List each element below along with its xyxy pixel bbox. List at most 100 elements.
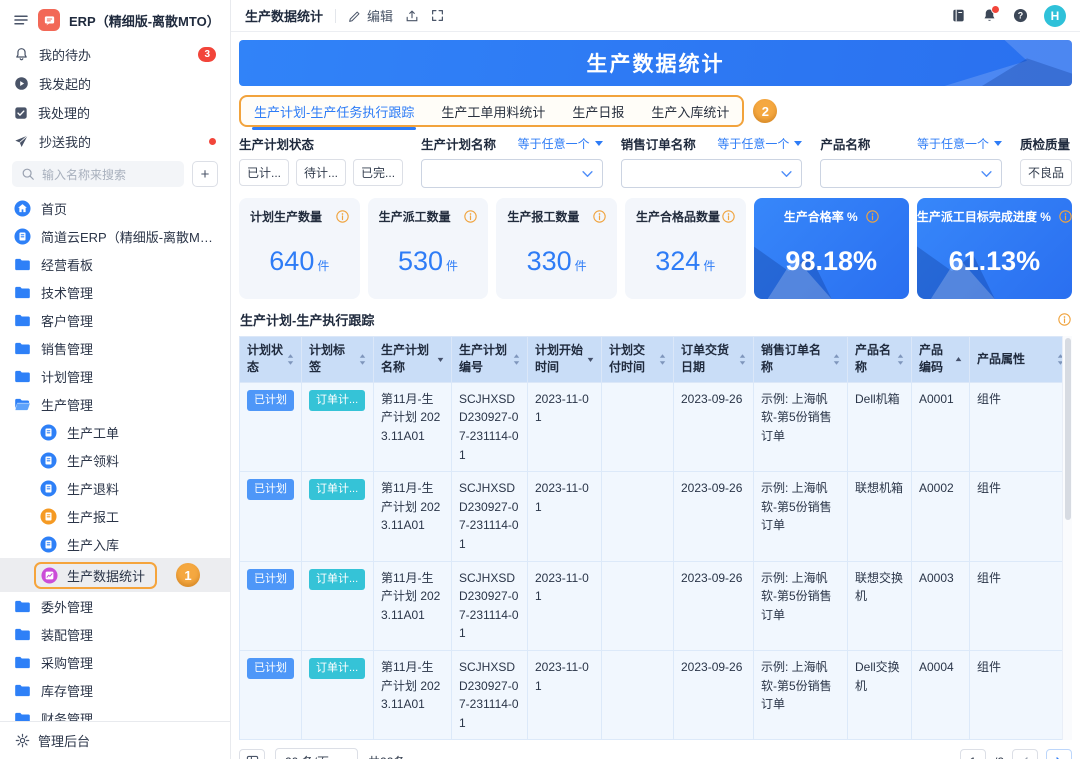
dashboard-content: 生产数据统计 生产计划-生产任务执行跟踪生产工单用料统计生产日报生产入库统计 2… xyxy=(231,32,1080,759)
sidebar-item[interactable]: 生产领料 xyxy=(0,446,230,474)
info-icon[interactable] xyxy=(1058,313,1071,326)
table-row[interactable]: 已计划订单计...第11月-生产计划 2023.11A01SCJHXSDD230… xyxy=(240,561,1072,650)
filter-select[interactable] xyxy=(621,159,803,188)
status-chip[interactable]: 已完... xyxy=(353,159,403,186)
tab[interactable]: 生产日报 xyxy=(572,102,624,121)
sidebar-item[interactable]: 技术管理 xyxy=(0,278,230,306)
sort-both-icon[interactable] xyxy=(897,354,904,365)
select-filter-group: 产品名称等于任意一个 xyxy=(820,136,1002,188)
status-chip[interactable]: 已计... xyxy=(239,159,289,186)
folder-icon xyxy=(14,711,31,722)
sort-both-icon[interactable] xyxy=(287,354,294,365)
sidebar-item[interactable]: 首页 xyxy=(0,194,230,222)
info-icon[interactable] xyxy=(722,210,735,223)
sort-desc-icon[interactable] xyxy=(587,357,594,362)
fullscreen-icon[interactable] xyxy=(431,9,444,22)
info-icon[interactable] xyxy=(464,210,477,223)
sort-desc-icon[interactable] xyxy=(437,357,444,362)
scrollbar-thumb[interactable] xyxy=(1065,338,1071,520)
sidebar-item[interactable]: 生产报工 xyxy=(0,502,230,530)
table-row[interactable]: 已计划订单计...第11月-生产计划 2023.11A01SCJHXSDD230… xyxy=(240,650,1072,739)
table-row[interactable]: 已计划订单计...第11月-生产计划 2023.11A01SCJHXSDD230… xyxy=(240,472,1072,561)
page-size-select[interactable]: 20 条/页 xyxy=(275,748,358,759)
cell-product: Dell交换机 xyxy=(848,650,912,739)
filter-select[interactable] xyxy=(421,159,603,188)
edit-button[interactable]: 编辑 xyxy=(348,6,393,25)
current-page-input[interactable]: 1 xyxy=(960,749,986,759)
column-header[interactable]: 订单交货日期 xyxy=(674,337,754,383)
add-app-button[interactable]: + xyxy=(192,161,218,187)
info-icon[interactable] xyxy=(593,210,606,223)
annotation-2-badge: 2 xyxy=(753,99,777,123)
sidebar-quick-item[interactable]: 我发起的 xyxy=(0,69,230,98)
stats-row: 计划生产数量640件生产派工数量530件生产报工数量330件生产合格品数量324… xyxy=(239,198,1072,299)
tab[interactable]: 生产工单用料统计 xyxy=(441,102,545,121)
avatar[interactable]: H xyxy=(1044,5,1066,27)
sidebar-item[interactable]: 生产管理 xyxy=(0,390,230,418)
info-icon[interactable] xyxy=(866,210,879,223)
cell-attr: 组件 xyxy=(970,650,1072,739)
sidebar-item[interactable]: 经营看板 xyxy=(0,250,230,278)
filter-operator[interactable]: 等于任意一个 xyxy=(917,135,1002,152)
filter-select[interactable] xyxy=(820,159,1002,188)
sort-both-icon[interactable] xyxy=(659,354,666,365)
prev-page-button[interactable] xyxy=(1012,749,1038,759)
column-label: 销售订单名称 xyxy=(761,342,830,377)
column-header[interactable]: 生产计划名称 xyxy=(374,337,452,383)
sidebar-item[interactable]: 简道云ERP（精细版-离散MTO）「... xyxy=(0,222,230,250)
column-header[interactable]: 计划开始时间 xyxy=(528,337,602,383)
hamburger-icon[interactable] xyxy=(13,12,29,28)
sort-both-icon[interactable] xyxy=(833,354,840,365)
journal-icon[interactable] xyxy=(951,8,966,23)
quality-chip[interactable]: 不良品 xyxy=(1020,159,1072,186)
notifications-button[interactable] xyxy=(982,8,997,23)
doc-blue-icon xyxy=(40,480,57,497)
column-header[interactable]: 销售订单名称 xyxy=(754,337,848,383)
column-header[interactable]: 计划交付时间 xyxy=(602,337,674,383)
status-chip[interactable]: 待计... xyxy=(296,159,346,186)
sidebar-item[interactable]: 客户管理 xyxy=(0,306,230,334)
tab[interactable]: 生产计划-生产任务执行跟踪 xyxy=(254,102,414,121)
table-scrollbar[interactable] xyxy=(1062,336,1072,740)
sidebar-item-label: 生产报工 xyxy=(67,507,119,526)
bell-icon xyxy=(14,47,29,62)
tab[interactable]: 生产入库统计 xyxy=(651,102,729,121)
tabs-row: 生产计划-生产任务执行跟踪 生产工单用料统计 生产日报 生产入库统计 2 xyxy=(239,95,1072,127)
next-page-button[interactable] xyxy=(1046,749,1072,759)
sidebar-quick-item[interactable]: 我的待办3 xyxy=(0,40,230,69)
sidebar-item[interactable]: 委外管理 xyxy=(0,592,230,620)
sidebar-item[interactable]: 生产退料 xyxy=(0,474,230,502)
sidebar-item[interactable]: 采购管理 xyxy=(0,648,230,676)
info-icon[interactable] xyxy=(336,210,349,223)
sidebar-item[interactable]: 生产工单 xyxy=(0,418,230,446)
column-header[interactable]: 产品名称 xyxy=(848,337,912,383)
sort-asc-icon[interactable] xyxy=(955,357,962,362)
search-input[interactable]: 输入名称来搜索 xyxy=(12,161,184,187)
sidebar-quick-item[interactable]: 我处理的 xyxy=(0,98,230,127)
column-header[interactable]: 计划标签 xyxy=(302,337,374,383)
table-row[interactable]: 已计划订单计...第11月-生产计划 2023.11A01SCJHXSDD230… xyxy=(240,382,1072,471)
sidebar-item[interactable]: 库存管理 xyxy=(0,676,230,704)
sidebar-item[interactable]: 销售管理 xyxy=(0,334,230,362)
sidebar-item[interactable]: 财务管理 xyxy=(0,704,230,721)
column-settings-button[interactable] xyxy=(239,749,265,759)
share-icon[interactable] xyxy=(405,9,419,23)
info-icon[interactable] xyxy=(1059,210,1072,223)
column-header[interactable]: 产品编码 xyxy=(912,337,970,383)
sidebar-item[interactable]: 生产入库 xyxy=(0,530,230,558)
sidebar-item[interactable]: 装配管理 xyxy=(0,620,230,648)
sidebar-item[interactable]: 生产数据统计1 xyxy=(0,558,230,592)
column-header[interactable]: 生产计划编号 xyxy=(452,337,528,383)
filter-operator[interactable]: 等于任意一个 xyxy=(717,135,802,152)
admin-console-link[interactable]: 管理后台 xyxy=(0,721,230,759)
column-header[interactable]: 计划状态 xyxy=(240,337,302,383)
sidebar-item[interactable]: 计划管理 xyxy=(0,362,230,390)
sort-both-icon[interactable] xyxy=(359,354,366,365)
sort-both-icon[interactable] xyxy=(513,354,520,365)
help-icon[interactable]: ? xyxy=(1013,8,1028,23)
column-header[interactable]: 产品属性 xyxy=(970,337,1072,383)
sidebar-quick-item[interactable]: 抄送我的 xyxy=(0,127,230,156)
filter-operator[interactable]: 等于任意一个 xyxy=(518,135,603,152)
sort-both-icon[interactable] xyxy=(739,354,746,365)
app-logo xyxy=(38,9,60,31)
